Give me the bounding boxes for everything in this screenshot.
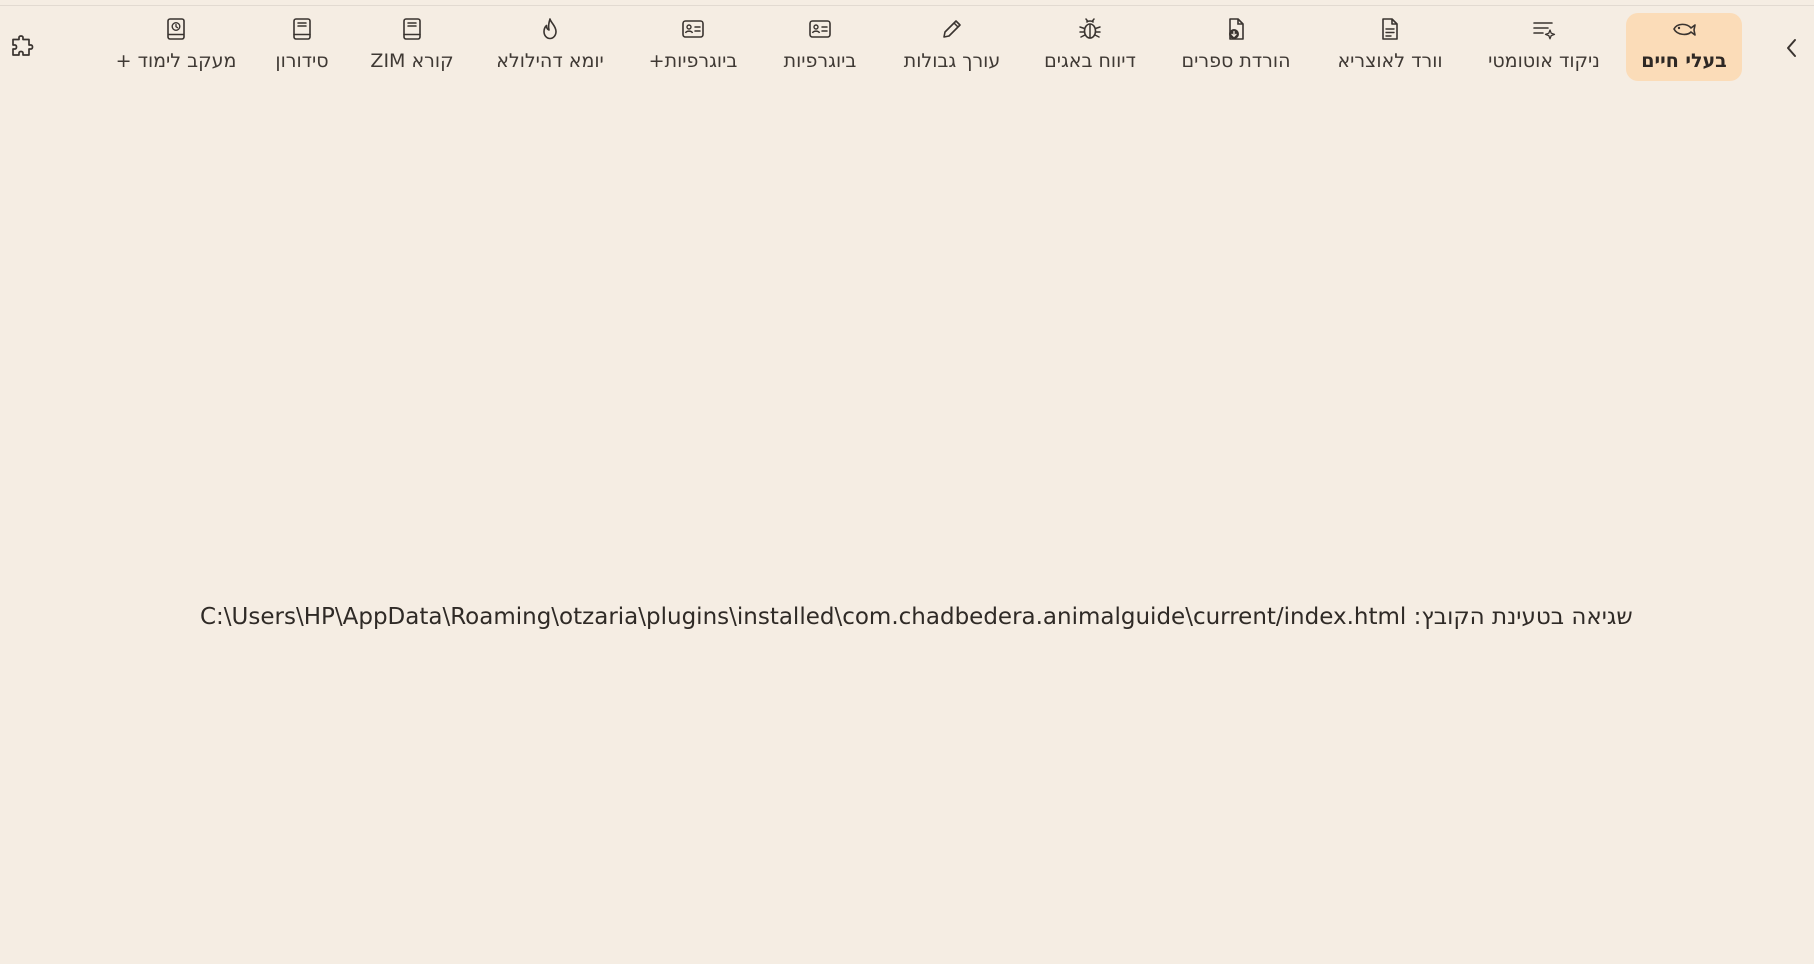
tab-label: קורא ZIM [370, 50, 454, 72]
tab-label: ביוגרפיות+ [648, 50, 738, 72]
tab-bug-report[interactable]: דיווח באגים [1036, 13, 1144, 81]
tab-label: בעלי חיים [1641, 50, 1727, 72]
tab-word-to-otzaria[interactable]: וורד לאוצריא [1330, 13, 1450, 81]
tab-zim-reader[interactable]: קורא ZIM [364, 13, 460, 81]
tab-label: סידורון [275, 50, 329, 72]
plugin-content-area: C:\Users\HP\AppData\Roaming\otzaria\plug… [0, 94, 1814, 964]
tab-label: ביוגרפיות [783, 50, 857, 72]
tab-study-tracker[interactable]: מעקב לימוד + [112, 13, 240, 81]
error-message: C:\Users\HP\AppData\Roaming\otzaria\plug… [200, 604, 1633, 630]
tab-label: וורד לאוצריא [1337, 50, 1443, 72]
tab-biographies[interactable]: ביוגרפיות [770, 13, 870, 81]
tab-label: הורדת ספרים [1181, 50, 1291, 72]
file-download-icon [1223, 16, 1249, 42]
document-icon [1377, 16, 1403, 42]
error-prefix: שגיאה בטעינת הקובץ: [1413, 604, 1633, 630]
contact-card-icon [680, 16, 706, 42]
bug-icon [1077, 16, 1103, 42]
chevron-left-icon[interactable] [1774, 32, 1810, 64]
flame-icon [537, 16, 563, 42]
tab-label: דיווח באגים [1044, 50, 1136, 72]
tab-label: מעקב לימוד + [115, 50, 237, 72]
tab-label: יומא דהילולא [496, 50, 604, 72]
tab-label: עורך גבולות [903, 50, 1001, 72]
tab-download-books[interactable]: הורדת ספרים [1176, 13, 1296, 81]
pencil-icon [939, 16, 965, 42]
error-file-path: C:\Users\HP\AppData\Roaming\otzaria\plug… [200, 604, 1407, 630]
app-window: בעלי חיים ניקוד אוטומטי וורד לאוצריא הור… [0, 0, 1814, 964]
plugin-toolbar: בעלי חיים ניקוד אוטומטי וורד לאוצריא הור… [0, 0, 1814, 94]
tab-auto-vocalize[interactable]: ניקוד אוטומטי [1484, 13, 1604, 81]
tab-border-editor[interactable]: עורך גבולות [894, 13, 1010, 81]
text-sparkle-icon [1531, 16, 1557, 42]
animal-fish-icon [1671, 16, 1697, 42]
tab-label: ניקוד אוטומטי [1488, 50, 1600, 72]
contact-card-icon [807, 16, 833, 42]
tab-siddur[interactable]: סידורון [262, 13, 342, 81]
book-clock-icon [163, 16, 189, 42]
book-icon [399, 16, 425, 42]
book-icon [289, 16, 315, 42]
tab-animals[interactable]: בעלי חיים [1626, 13, 1742, 81]
puzzle-icon[interactable] [6, 30, 40, 64]
tab-yoma-dehilula[interactable]: יומא דהילולא [488, 13, 612, 81]
tab-biographies-plus[interactable]: ביוגרפיות+ [636, 13, 750, 81]
